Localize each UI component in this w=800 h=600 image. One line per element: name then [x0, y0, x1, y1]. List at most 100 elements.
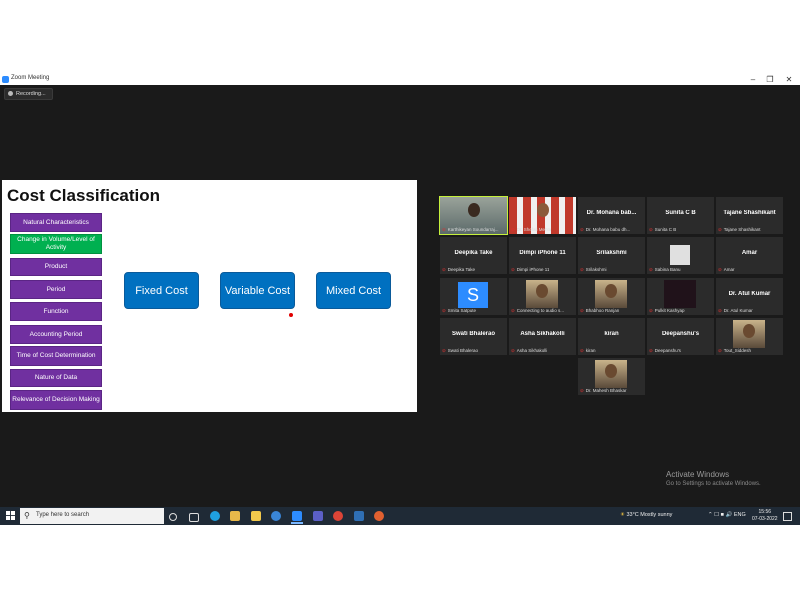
- muted-mic-icon: ⊘: [580, 388, 584, 393]
- window-title-bar: Zoom Meeting – ❐ ✕: [0, 74, 800, 85]
- participant-display-name: Sunita C B: [665, 210, 696, 216]
- participant-name: Swati Bhalerao: [447, 348, 479, 353]
- participant-name: Asha Sikhakolli: [516, 348, 548, 353]
- file-explorer-icon[interactable]: [230, 511, 240, 521]
- participant-tile[interactable]: Amar ⊘ Amar: [716, 237, 783, 274]
- participant-tile[interactable]: Tajane Shashikant ⊘ Tajane Shashikant: [716, 197, 783, 234]
- participant-name-label: ⊘ Smita Satpute: [442, 308, 476, 314]
- cortana-icon[interactable]: [169, 513, 177, 521]
- participant-name: Tout_Siddesh: [723, 348, 752, 353]
- participant-display-name: Dr. Mohana bab...: [586, 210, 637, 216]
- classification-item: Accounting Period: [10, 325, 102, 344]
- muted-mic-icon: ⊘: [718, 348, 722, 353]
- chrome-profile-icon[interactable]: [374, 511, 384, 521]
- participant-display-name: kiran: [604, 331, 619, 337]
- system-tray[interactable]: ⌃ ☐ ■ 🔊 ENG: [708, 512, 746, 518]
- sticky-notes-icon[interactable]: [251, 511, 261, 521]
- windows-start-icon[interactable]: [6, 511, 15, 520]
- participant-name-label: ⊘ kiran: [580, 348, 596, 354]
- participant-name-label: ⊘ Sunita C B: [649, 227, 676, 233]
- participant-tile[interactable]: ⊘ Dr. Shefali Mehta: [509, 197, 576, 234]
- recording-indicator[interactable]: Recording...: [4, 88, 53, 100]
- participant-tile[interactable]: ⊘ Tout_Siddesh: [716, 318, 783, 355]
- participant-tile[interactable]: ⊘ Dr. Mahesh Bhaskar: [578, 358, 645, 395]
- app-icon[interactable]: [354, 511, 364, 521]
- taskbar-clock[interactable]: 15:56 07-03-2022: [752, 509, 778, 523]
- participant-name-label: ⊘ Dr. Mahesh Bhaskar: [580, 388, 627, 394]
- muted-mic-icon: ⊘: [442, 267, 446, 272]
- participant-name: Srilakshmi: [585, 267, 607, 272]
- participant-name: Pulkit Kashyap: [654, 308, 685, 313]
- participant-name-label: ⊘ Asha Sikhakolli: [511, 348, 547, 354]
- participant-tile[interactable]: ⊘ Sabina Banu: [647, 237, 714, 274]
- muted-mic-icon: ⊘: [511, 227, 515, 232]
- language-label: ENG: [733, 512, 746, 518]
- taskbar-search-box[interactable]: ⚲ Type here to search: [20, 508, 164, 524]
- classification-item: Relevance of Decision Making: [10, 390, 102, 410]
- muted-mic-icon: ⊘: [580, 308, 584, 313]
- muted-mic-icon: ⊘: [718, 227, 722, 232]
- participant-name-label: ⊘ Dr. Shefali Mehta: [511, 227, 551, 233]
- mixed-cost-box: Mixed Cost: [316, 272, 391, 309]
- fixed-cost-box: Fixed Cost: [124, 272, 199, 309]
- muted-mic-icon: ⊘: [580, 348, 584, 353]
- search-placeholder: Type here to search: [36, 512, 90, 518]
- participant-tile[interactable]: Srilakshmi ⊘ Srilakshmi: [578, 237, 645, 274]
- participant-tile[interactable]: ⊘ Connecting to audio s...: [509, 278, 576, 315]
- muted-mic-icon: ⊘: [649, 348, 653, 353]
- participant-tile[interactable]: Dr. Mohana bab... ⊘ Dr. Mohana babu dh...: [578, 197, 645, 234]
- zoom-app-icon: [2, 76, 9, 83]
- participant-tile[interactable]: Deepika Take ⊘ Deepika Take: [440, 237, 507, 274]
- participant-display-name: Swati Bhalerao: [451, 331, 495, 337]
- muted-mic-icon: ⊘: [442, 308, 446, 313]
- restore-button[interactable]: ❐: [765, 74, 775, 85]
- weather-label: 33°C Mostly sunny: [626, 512, 673, 518]
- participant-name: Dr. Mohana babu dh...: [585, 227, 631, 232]
- participant-tile[interactable]: Asha Sikhakolli ⊘ Asha Sikhakolli: [509, 318, 576, 355]
- participant-display-name: Asha Sikhakolli: [520, 331, 565, 337]
- participant-name: Amar: [723, 267, 735, 272]
- classification-item-highlighted: Change in Volume/Level of Activity: [10, 234, 102, 254]
- participant-photo: [595, 360, 627, 388]
- participant-tile[interactable]: ⊘ Bhabhoo Ranjan: [578, 278, 645, 315]
- close-button[interactable]: ✕: [784, 74, 794, 85]
- minimize-button[interactable]: –: [748, 74, 758, 85]
- participant-tile[interactable]: Dimpi iPhone 11 ⊘ Dimpi iPhone 11: [509, 237, 576, 274]
- muted-mic-icon: ⊘: [718, 267, 722, 272]
- participant-tile[interactable]: Dr. Atul Kumar ⊘ Dr. Atul Kumar: [716, 278, 783, 315]
- edge-icon[interactable]: [210, 511, 220, 521]
- tray-icons: ⌃ ☐ ■ 🔊: [708, 512, 734, 518]
- search-icon: ⚲: [24, 511, 30, 520]
- participant-name-label: ⊘ Connecting to audio s...: [511, 308, 564, 314]
- classification-item: Nature of Data: [10, 369, 102, 387]
- variable-cost-box: Variable Cost: [220, 272, 295, 309]
- participant-name-label: ⊘ Tajane Shashikant: [718, 227, 761, 233]
- participant-name: Karthikeyan Soundarraj...: [447, 227, 499, 232]
- notification-icon[interactable]: [783, 512, 792, 521]
- participant-tile[interactable]: kiran ⊘ kiran: [578, 318, 645, 355]
- participant-tile[interactable]: Deepanshu's ⊘ Deepanshu's: [647, 318, 714, 355]
- participant-tile[interactable]: Sunita C B ⊘ Sunita C B: [647, 197, 714, 234]
- participant-display-name: Tajane Shashikant: [723, 210, 776, 216]
- avatar: S: [458, 282, 488, 308]
- participant-tile[interactable]: S ⊘ Smita Satpute: [440, 278, 507, 315]
- zoom-taskbar-icon[interactable]: [292, 511, 302, 521]
- clock-time: 15:56: [758, 509, 772, 515]
- participant-name-label: ⊘ Tout_Siddesh: [718, 348, 751, 354]
- participant-name-label: ⊘ Deepika Take: [442, 267, 475, 273]
- participant-tile[interactable]: Swati Bhalerao ⊘ Swati Bhalerao: [440, 318, 507, 355]
- teams-icon[interactable]: [313, 511, 323, 521]
- chrome-icon[interactable]: [333, 511, 343, 521]
- participant-name-label: ⊘ Dr. Mohana babu dh...: [580, 227, 630, 233]
- participant-name: Bhabhoo Ranjan: [585, 308, 620, 313]
- participant-display-name: Deepika Take: [454, 250, 493, 256]
- participant-name: Dimpi iPhone 11: [516, 267, 550, 272]
- browser-icon[interactable]: [271, 511, 281, 521]
- participant-tile[interactable]: ⊘ Karthikeyan Soundarraj...: [439, 196, 508, 235]
- weather-widget[interactable]: ☀ 33°C Mostly sunny: [620, 512, 672, 518]
- participant-name: Sabina Banu: [654, 267, 681, 272]
- muted-mic-icon: ⊘: [442, 348, 446, 353]
- participant-name-label: ⊘ Deepanshu's: [649, 348, 681, 354]
- participant-tile[interactable]: ⊘ Pulkit Kashyap: [647, 278, 714, 315]
- task-view-icon[interactable]: [189, 513, 199, 522]
